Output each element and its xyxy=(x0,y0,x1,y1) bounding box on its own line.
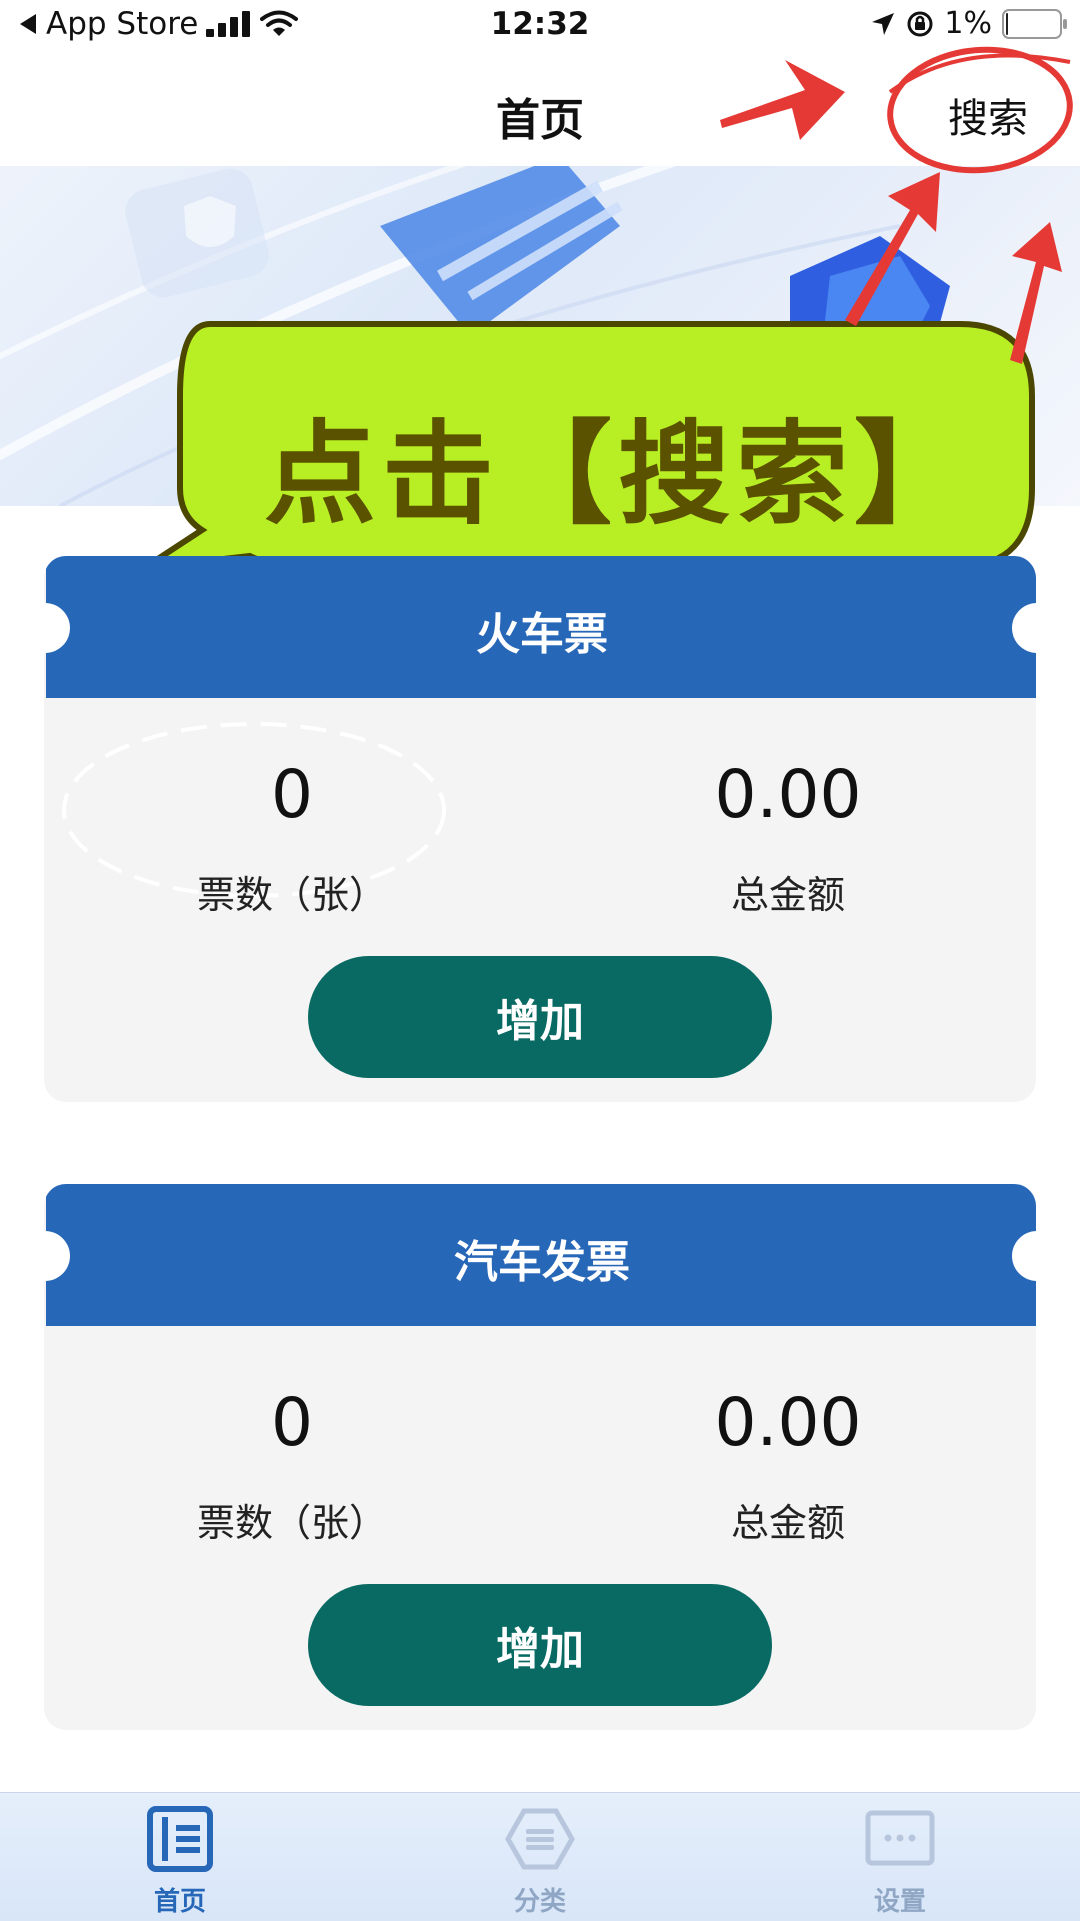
total-amount-label: 总金额 xyxy=(730,873,845,917)
settings-dots-icon xyxy=(865,1810,935,1866)
battery-icon xyxy=(1002,8,1067,39)
orientation-lock-icon xyxy=(907,11,933,36)
tab-label: 设置 xyxy=(873,1887,926,1917)
shield-icon xyxy=(125,168,269,298)
page-title: 首页 xyxy=(496,95,584,146)
ticket-count: 0 xyxy=(271,1384,313,1461)
nav-bar: 首页 搜索 xyxy=(0,56,1080,166)
add-button[interactable]: 增加 xyxy=(308,956,772,1078)
battery-level xyxy=(1006,12,1008,35)
home-book-icon xyxy=(147,1806,213,1872)
total-amount: 0.00 xyxy=(714,756,862,833)
tab-bar: 首页 分类 设置 xyxy=(0,1792,1080,1921)
total-amount: 0.00 xyxy=(714,1384,862,1461)
card-title: 汽车发票 xyxy=(454,1237,630,1288)
card-title: 火车票 xyxy=(476,609,608,660)
folder-icon xyxy=(380,166,623,336)
total-amount-label: 总金额 xyxy=(730,1501,845,1545)
battery-percent: 1% xyxy=(944,6,992,41)
location-arrow-icon xyxy=(872,12,895,35)
tab-settings[interactable]: 设置 xyxy=(800,1793,1000,1921)
tab-home[interactable]: 首页 xyxy=(80,1793,280,1921)
tab-category[interactable]: 分类 xyxy=(440,1793,640,1921)
add-button[interactable]: 增加 xyxy=(308,1584,772,1706)
ticket-card-train: 火车票 0 票数（张） 0.00 总金额 增加 xyxy=(44,556,1036,1102)
ticket-card-bus: 汽车发票 0 票数（张） 0.00 总金额 增加 xyxy=(44,1184,1036,1730)
ticket-count: 0 xyxy=(271,756,313,833)
callout-text: 点击【搜索】 xyxy=(264,410,972,540)
status-bar: App Store 12:32 1% xyxy=(0,0,1080,56)
card-header: 汽车发票 xyxy=(44,1184,1036,1326)
ticket-count-label: 票数（张） xyxy=(196,873,387,917)
tab-label: 分类 xyxy=(513,1887,566,1917)
ticket-count-label: 票数（张） xyxy=(196,1501,387,1545)
search-button[interactable]: 搜索 xyxy=(948,86,1028,144)
category-hexagon-icon xyxy=(505,1808,575,1870)
card-header: 火车票 xyxy=(44,556,1036,698)
tab-label: 首页 xyxy=(153,1887,206,1917)
